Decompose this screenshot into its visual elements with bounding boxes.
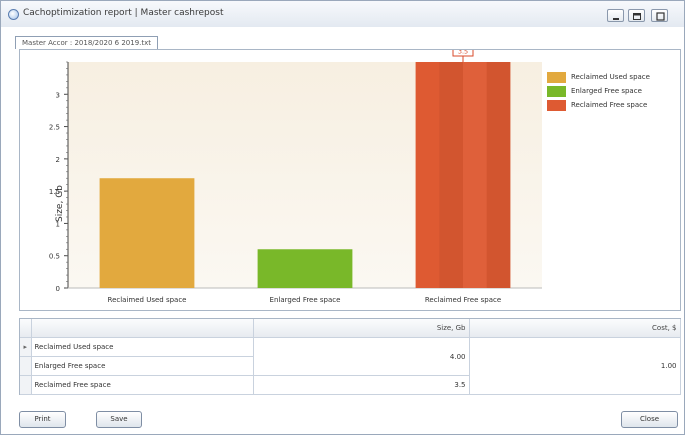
bar-stripe (463, 62, 487, 288)
header-cell-marker (20, 319, 32, 338)
title-bar: Cachoptimization report | Master cashrep… (1, 1, 684, 27)
minimize-button[interactable] (607, 9, 624, 22)
row-name: Reclaimed Free space (31, 375, 254, 395)
x-tick-label: Reclaimed Used space (108, 296, 187, 304)
bar-stripe (486, 62, 511, 288)
row-name: Reclaimed Used space (31, 337, 254, 357)
save-button[interactable]: Save (96, 411, 142, 428)
value-label: 3.5 (458, 50, 468, 56)
y-tick-label: 2.5 (49, 124, 60, 132)
header-cell-name (31, 319, 254, 338)
y-tick-label: 0 (56, 285, 60, 293)
bar-1[interactable] (99, 178, 195, 288)
header-cell-size[interactable]: Size, Gb (253, 319, 470, 338)
y-tick-label: 3 (56, 91, 60, 99)
legend-swatch (547, 72, 566, 83)
app-icon (8, 9, 19, 20)
y-axis-title: Size, Gb (55, 185, 65, 222)
close-icon (656, 12, 665, 21)
x-tick-label: Enlarged Free space (270, 296, 341, 304)
report-window: Cachoptimization report | Master cashrep… (0, 0, 685, 435)
maximize-icon (633, 13, 641, 20)
row-name: Enlarged Free space (31, 356, 254, 376)
legend-label: Enlarged Free space (571, 87, 642, 95)
legend-label: Reclaimed Free space (571, 101, 648, 109)
close-button[interactable]: Close (621, 411, 678, 428)
legend-swatch (547, 86, 566, 97)
y-tick-label: 2 (56, 156, 60, 164)
chart-panel: 0 0.5 1 1.5 2 2.5 3 Reclaimed Used space Enlarge… (19, 49, 681, 311)
legend-label: Reclaimed Used space (571, 73, 650, 81)
table-row[interactable]: ▸ Reclaimed Used space 4.00 1.00 (20, 337, 681, 395)
minimize-icon (613, 18, 619, 20)
tab-report[interactable]: Master Accor : 2018/2020 6 2019.txt (15, 36, 159, 49)
print-button[interactable]: Print (19, 411, 66, 428)
legend-swatch (547, 100, 566, 111)
bar-2[interactable] (257, 249, 353, 288)
merged-cost-cell: 1.00 (469, 337, 681, 395)
y-tick-label: 0.5 (49, 253, 60, 261)
grid-header-row: Size, Gb Cost, $ (20, 319, 681, 338)
row-size: 3.5 (253, 375, 470, 395)
row-marker (20, 356, 32, 376)
bar-stripe (439, 62, 463, 288)
merged-size-cell: 4.00 (253, 337, 470, 376)
close-window-button[interactable] (651, 9, 668, 22)
row-marker: ▸ (20, 337, 32, 357)
x-tick-label: Reclaimed Free space (425, 296, 501, 304)
header-cell-cost[interactable]: Cost, $ (469, 319, 681, 338)
results-grid: Size, Gb Cost, $ ▸ Reclaimed Used space … (19, 318, 681, 395)
window-title: Cachoptimization report | Master cashrep… (23, 8, 224, 18)
maximize-button[interactable] (628, 9, 645, 22)
row-marker (20, 375, 32, 395)
